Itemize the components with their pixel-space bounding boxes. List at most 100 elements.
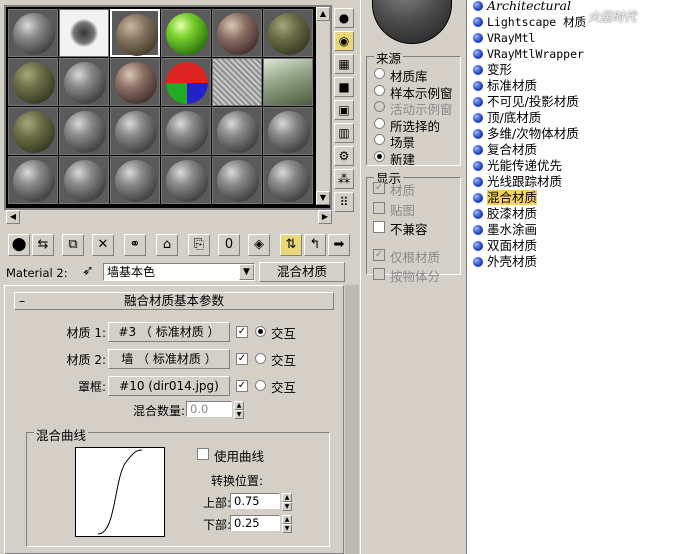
background-icon[interactable]: ▦ — [334, 54, 354, 74]
mix-amount-field[interactable]: 0.0 — [186, 401, 232, 417]
sample-slot[interactable] — [59, 9, 109, 57]
select-by-material-icon[interactable]: ⁂ — [334, 169, 354, 189]
sample-uv-tiling-icon[interactable]: ■ — [334, 77, 354, 97]
sample-slot[interactable] — [161, 58, 211, 106]
material-enable-checkbox[interactable]: ✓ — [236, 380, 248, 392]
browse-from-radio[interactable] — [374, 150, 385, 162]
sample-slot[interactable] — [161, 107, 211, 155]
backlight-icon[interactable]: ◉ — [334, 31, 354, 51]
material-type-button[interactable]: 混合材质 — [259, 262, 345, 282]
material-slot-button[interactable]: #10 (dir014.jpg) — [108, 376, 230, 396]
material-list-item[interactable]: VRayMtlWrapper — [473, 46, 584, 62]
material-list-item[interactable]: 光能传递优先 — [473, 158, 562, 174]
upper-spinner[interactable]: ▲ ▼ — [282, 493, 292, 511]
lower-spinner[interactable]: ▲ ▼ — [282, 515, 292, 533]
show-end-result-icon[interactable]: ⇅ — [280, 234, 302, 256]
mix-amount-spinner[interactable]: ▲ ▼ — [234, 401, 244, 419]
material-list-item[interactable]: Lightscape 材质 — [473, 14, 586, 30]
show-checkbox[interactable] — [373, 221, 385, 233]
sample-slot[interactable] — [8, 58, 58, 106]
material-effects-channel-icon[interactable]: 0 — [218, 234, 240, 256]
material-list-item[interactable]: 标准材质 — [473, 78, 537, 94]
interactive-radio[interactable] — [255, 380, 266, 391]
sample-slot[interactable] — [263, 58, 313, 106]
sample-type-icon[interactable]: ● — [334, 8, 354, 28]
use-curve-checkbox[interactable] — [197, 448, 209, 460]
options-icon[interactable]: ⚙ — [334, 146, 354, 166]
sample-slot[interactable] — [212, 107, 262, 155]
material-list-item[interactable]: 顶/底材质 — [473, 110, 541, 126]
material-slot-button[interactable]: 墙 （ 标准材质 ） — [108, 349, 230, 369]
scroll-left-icon[interactable]: ◀ — [6, 210, 20, 224]
pick-material-icon[interactable]: ➶ — [82, 263, 94, 279]
sample-slot[interactable] — [8, 156, 58, 204]
material-list-item[interactable]: 混合材质 — [473, 190, 538, 206]
material-list-item[interactable]: 多维/次物体材质 — [473, 126, 579, 142]
put-to-scene-icon[interactable]: ⇆ — [32, 234, 54, 256]
browse-from-radio[interactable] — [374, 117, 385, 129]
assign-to-selection-icon[interactable]: ⧉ — [62, 234, 84, 256]
material-list-item[interactable]: 复合材质 — [473, 142, 537, 158]
interactive-radio[interactable] — [255, 353, 266, 364]
material-enable-checkbox[interactable]: ✓ — [236, 326, 248, 338]
material-slot-button[interactable]: #3 （ 标准材质 ） — [108, 322, 230, 342]
sample-slot[interactable] — [8, 107, 58, 155]
get-material-icon[interactable]: ⬤ — [8, 234, 30, 256]
sample-slot[interactable] — [110, 9, 160, 57]
go-to-parent-icon[interactable]: ↰ — [304, 234, 326, 256]
material-list-item[interactable]: VRayMtl — [473, 30, 535, 46]
browse-from-radio[interactable] — [374, 84, 385, 96]
sample-slot[interactable] — [59, 156, 109, 204]
sample-slot[interactable] — [110, 156, 160, 204]
show-map-icon[interactable]: ◈ — [248, 234, 270, 256]
rollout-scrollbar[interactable] — [345, 285, 359, 554]
sample-slots-vertical-scrollbar[interactable]: ▲ ▼ — [316, 7, 330, 205]
spin-up-icon[interactable]: ▲ — [234, 401, 244, 410]
browse-from-radio[interactable] — [374, 68, 385, 79]
sample-slot[interactable] — [212, 9, 262, 57]
sample-slot[interactable] — [212, 156, 262, 204]
rollout-header[interactable]: – 融合材质基本参数 — [14, 292, 334, 310]
scroll-right-icon[interactable]: ▶ — [318, 210, 332, 224]
scroll-down-icon[interactable]: ▼ — [316, 191, 330, 205]
spin-up-icon[interactable]: ▲ — [282, 515, 292, 524]
material-list-item[interactable]: 光线跟踪材质 — [473, 174, 562, 190]
reset-icon[interactable]: ✕ — [92, 234, 114, 256]
sample-slot[interactable] — [263, 9, 313, 57]
make-copy-icon[interactable]: ⚭ — [124, 234, 146, 256]
scroll-up-icon[interactable]: ▲ — [316, 7, 330, 21]
sample-slot[interactable] — [212, 58, 262, 106]
spin-down-icon[interactable]: ▼ — [282, 524, 292, 533]
go-forward-to-sibling-icon[interactable]: ➡ — [328, 234, 350, 256]
sample-slot[interactable] — [263, 107, 313, 155]
spin-up-icon[interactable]: ▲ — [282, 493, 292, 502]
sample-slot[interactable] — [263, 156, 313, 204]
sample-slot[interactable] — [110, 58, 160, 106]
sample-slot[interactable] — [59, 107, 109, 155]
material-list-item[interactable]: 胶漆材质 — [473, 206, 537, 222]
spin-down-icon[interactable]: ▼ — [234, 410, 244, 419]
upper-field[interactable]: 0.75 — [230, 493, 280, 509]
material-list-item[interactable]: 外壳材质 — [473, 254, 537, 270]
sample-slot[interactable] — [161, 9, 211, 57]
material-list-item[interactable]: 不可见/投影材质 — [473, 94, 579, 110]
material-list-item[interactable]: 变形 — [473, 62, 512, 78]
sample-slot[interactable] — [8, 9, 58, 57]
chevron-down-icon[interactable]: ▼ — [239, 264, 254, 280]
sample-slot[interactable] — [161, 156, 211, 204]
material-list-item[interactable]: 墨水涂画 — [473, 222, 537, 238]
material-navigator-icon[interactable]: ⠿ — [334, 192, 354, 212]
sample-slot[interactable] — [110, 107, 160, 155]
video-color-check-icon[interactable]: ▣ — [334, 100, 354, 120]
spin-down-icon[interactable]: ▼ — [282, 502, 292, 511]
make-unique-icon[interactable]: ⌂ — [156, 234, 178, 256]
material-name-field[interactable]: 墙基本色 ▼ — [103, 263, 255, 281]
sample-slot[interactable] — [59, 58, 109, 106]
material-list-item[interactable]: Architectural — [473, 0, 571, 14]
make-preview-icon[interactable]: ▥ — [334, 123, 354, 143]
interactive-radio[interactable] — [255, 326, 266, 337]
put-to-library-icon[interactable]: ⎘ — [188, 234, 210, 256]
lower-field[interactable]: 0.25 — [230, 515, 280, 531]
sample-slots-horizontal-scrollbar[interactable]: ◀ ▶ — [6, 210, 332, 224]
material-enable-checkbox[interactable]: ✓ — [236, 353, 248, 365]
